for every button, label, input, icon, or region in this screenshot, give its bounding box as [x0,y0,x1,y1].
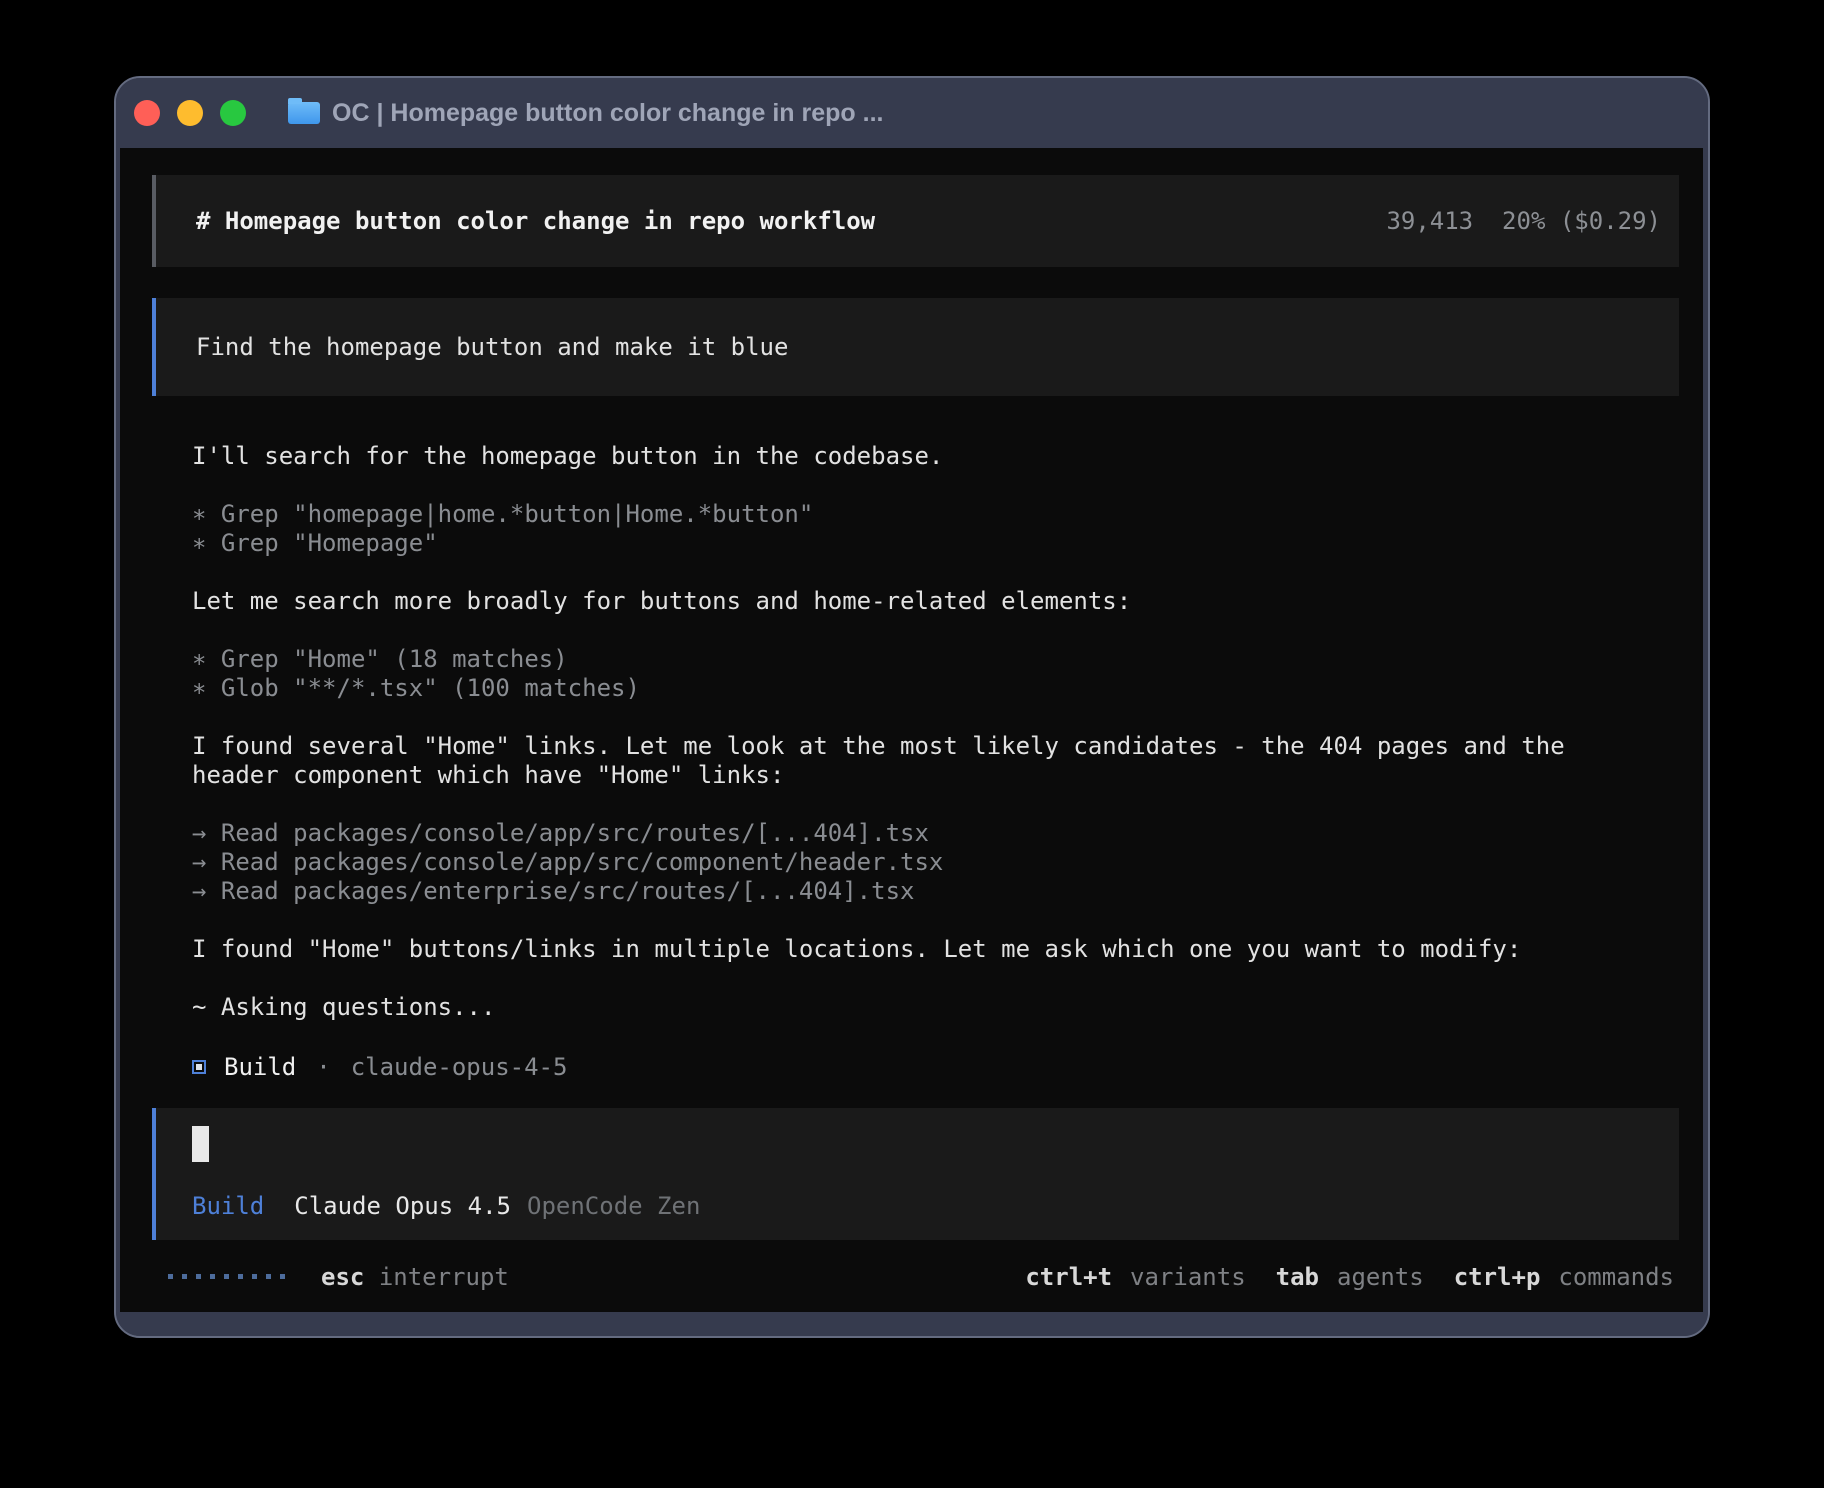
prompt-input[interactable]: Build Claude Opus 4.5 OpenCode Zen [152,1108,1679,1240]
spinner-dot [210,1274,215,1279]
assistant-output: I'll search for the homepage button in t… [192,442,1663,1022]
working-spinner [168,1274,285,1279]
shortcut-variants: ctrl+t variants [1025,1263,1245,1291]
agent-model: claude-opus-4-5 [351,1053,568,1081]
shortcut-label: variants [1130,1263,1246,1291]
window-bottom-bar [116,1312,1708,1336]
blank-line [192,790,1663,819]
assistant-text-line: I found several "Home" links. Let me loo… [192,732,1663,761]
provider-name: OpenCode Zen [527,1192,700,1220]
shortcut-key: ctrl+p [1454,1263,1541,1291]
titlebar: OC | Homepage button color change in rep… [116,78,1708,148]
tool-call-line: ∗ Grep "Homepage" [192,529,1663,558]
mode-label[interactable]: Build [192,1192,264,1220]
interrupt-hint: esc interrupt [321,1263,509,1291]
traffic-lights [134,100,246,126]
shortcut-label: agents [1337,1263,1424,1291]
shortcut-key: ctrl+t [1025,1263,1112,1291]
assistant-text-line: I'll search for the homepage button in t… [192,442,1663,471]
terminal-content: # Homepage button color change in repo w… [120,148,1703,1312]
session-header: # Homepage button color change in repo w… [152,175,1679,267]
model-name[interactable]: Claude Opus 4.5 [294,1192,511,1220]
folder-icon [288,102,320,124]
keyboard-shortcuts: ctrl+t variants tab agents ctrl+p commands [995,1263,1674,1291]
tool-call-line: → Read packages/console/app/src/componen… [192,848,1663,877]
spinner-dot [168,1274,173,1279]
tool-call-line: → Read packages/enterprise/src/routes/[.… [192,877,1663,906]
token-count: 39,413 [1386,207,1473,235]
assistant-text-line: Let me search more broadly for buttons a… [192,587,1663,616]
agent-build-icon [192,1060,206,1074]
blank-line [192,471,1663,500]
blank-line [192,703,1663,732]
spinner-dot [252,1274,257,1279]
shortcut-label: commands [1558,1263,1674,1291]
close-button[interactable] [134,100,160,126]
blank-line [192,558,1663,587]
spinner-dot [266,1274,271,1279]
maximize-button[interactable] [220,100,246,126]
esc-key: esc [321,1263,364,1291]
status-bar: esc interrupt ctrl+tvariantstabagentsctr… [168,1262,1674,1291]
agent-separator: · [316,1053,330,1081]
text-cursor [192,1126,209,1162]
spinner-dot [238,1274,243,1279]
user-message: Find the homepage button and make it blu… [152,298,1679,396]
blank-line [192,616,1663,645]
blank-line [192,906,1663,935]
shortcut-key: tab [1276,1263,1319,1291]
assistant-text-line: header component which have "Home" links… [192,761,1663,790]
context-usage: 20% ($0.29) [1502,207,1661,235]
tool-call-line: ∗ Grep "homepage|home.*button|Home.*butt… [192,500,1663,529]
user-message-text: Find the homepage button and make it blu… [196,333,788,361]
terminal-window: OC | Homepage button color change in rep… [114,76,1710,1338]
session-stats: 39,413 20% ($0.29) [1386,207,1661,235]
spinner-dot [224,1274,229,1279]
tool-call-line: ∗ Grep "Home" (18 matches) [192,645,1663,674]
model-row: Build Claude Opus 4.5 OpenCode Zen [192,1191,1679,1220]
window-title: OC | Homepage button color change in rep… [332,99,883,128]
interrupt-label: interrupt [379,1263,509,1291]
session-title: # Homepage button color change in repo w… [196,207,875,235]
minimize-button[interactable] [177,100,203,126]
tool-call-line: ∗ Glob "**/*.tsx" (100 matches) [192,674,1663,703]
shortcut-agents: tab agents [1276,1263,1424,1291]
blank-line [192,964,1663,993]
agent-name: Build [224,1053,296,1081]
spinner-dot [280,1274,285,1279]
assistant-text-line: I found "Home" buttons/links in multiple… [192,935,1663,964]
agent-status-row: Build · claude-opus-4-5 [192,1052,567,1081]
spinner-dot [182,1274,187,1279]
tool-call-line: → Read packages/console/app/src/routes/[… [192,819,1663,848]
shortcut-commands: ctrl+p commands [1454,1263,1674,1291]
spinner-dot [196,1274,201,1279]
assistant-text-line: ~ Asking questions... [192,993,1663,1022]
